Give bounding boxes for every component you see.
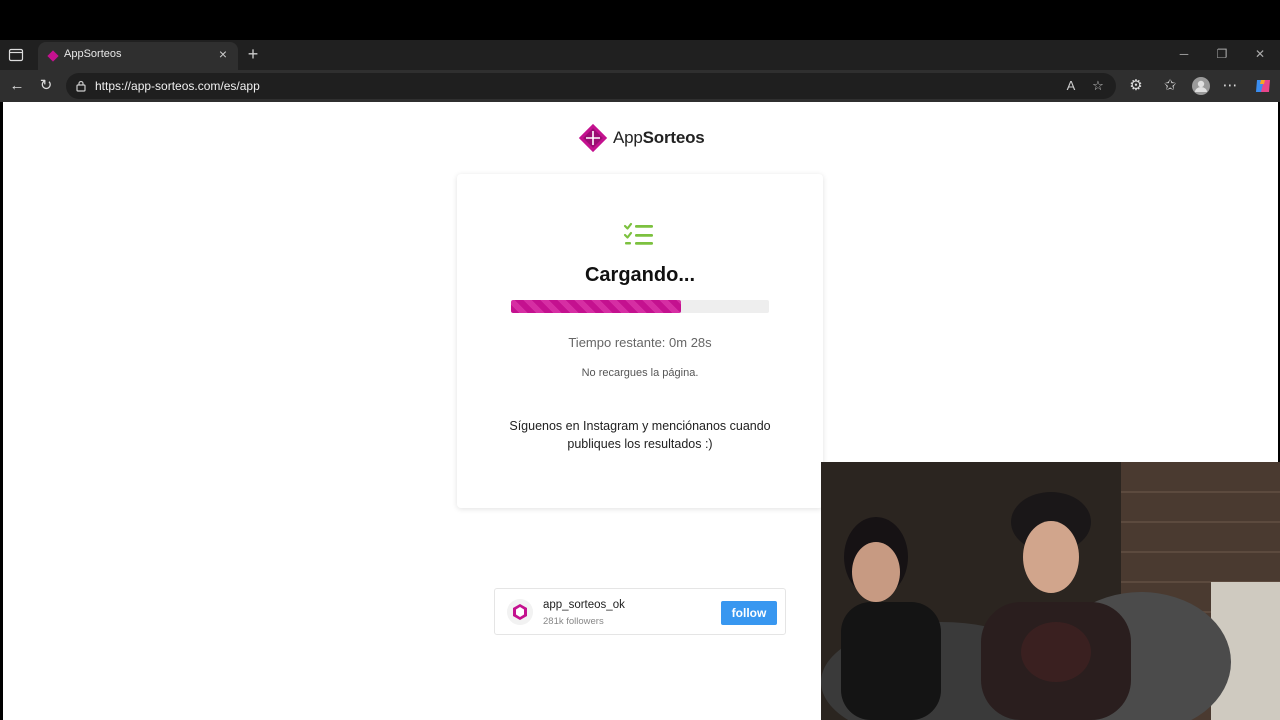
- url-text: https://app-sorteos.com/es/app: [95, 79, 260, 93]
- progress-bar-fill: [511, 300, 682, 313]
- favorites-icon[interactable]: ✩: [1161, 77, 1179, 95]
- time-remaining: Tiempo restante: 0m 28s: [568, 335, 712, 350]
- window-close-icon[interactable]: ✕: [1252, 46, 1268, 62]
- back-icon[interactable]: ←: [8, 77, 26, 95]
- copilot-icon[interactable]: [1253, 76, 1273, 96]
- browser-tab-bar: AppSorteos × + ─ ❐ ✕: [0, 40, 1280, 70]
- profile-avatar-icon[interactable]: [1191, 76, 1211, 96]
- checklist-icon: [623, 222, 653, 245]
- appsorteos-favicon-icon: [47, 50, 59, 62]
- instagram-avatar[interactable]: [507, 599, 533, 625]
- progress-bar: [511, 300, 769, 313]
- appsorteos-logo-icon: [578, 123, 608, 153]
- instagram-message: Síguenos en Instagram y menciónanos cuan…: [509, 419, 771, 451]
- webcam-overlay: [821, 462, 1280, 720]
- maximize-icon[interactable]: ❐: [1214, 46, 1230, 62]
- lock-icon[interactable]: [74, 79, 88, 93]
- loading-title: Cargando...: [584, 264, 695, 286]
- loading-card: Cargando... Tiempo restante: 0m 28s No r…: [457, 174, 823, 508]
- webcam-video-image: [821, 462, 1280, 720]
- new-tab-button[interactable]: +: [244, 45, 262, 63]
- more-menu-icon[interactable]: ⋯: [1221, 77, 1239, 95]
- browser-toolbar: ← ↻ https://app-sorteos.com/es/app A ☆ ⚙…: [0, 70, 1280, 102]
- tab-title: AppSorteos: [64, 48, 122, 60]
- browser-tab-appsorteos[interactable]: AppSorteos ×: [38, 42, 238, 70]
- logo-text-bold: Sorteos: [642, 128, 705, 147]
- instagram-follow-button[interactable]: follow: [721, 601, 777, 625]
- no-reload-warning: No recargues la página.: [581, 367, 699, 379]
- address-bar[interactable]: https://app-sorteos.com/es/app A ☆: [66, 73, 1116, 99]
- instagram-username[interactable]: app_sorteos_ok: [543, 599, 625, 611]
- logo-text: AppSorteos: [613, 128, 705, 148]
- minimize-icon[interactable]: ─: [1176, 46, 1192, 62]
- favorite-star-icon[interactable]: ☆: [1090, 78, 1106, 94]
- appsorteos-logo[interactable]: AppSorteos: [577, 122, 717, 154]
- instagram-follow-widget: app_sorteos_ok 281k followers follow: [494, 588, 786, 635]
- logo-text-light: App: [613, 128, 643, 147]
- read-aloud-icon[interactable]: A: [1063, 78, 1079, 94]
- reload-icon[interactable]: ↻: [37, 77, 55, 95]
- tab-actions-icon[interactable]: [8, 47, 24, 63]
- instagram-followers: 281k followers: [543, 616, 604, 627]
- tab-close-icon[interactable]: ×: [216, 47, 230, 61]
- screen: AppSorteos × + ─ ❐ ✕ ← ↻ https://app-sor…: [0, 0, 1280, 720]
- extensions-icon[interactable]: ⚙: [1127, 77, 1145, 95]
